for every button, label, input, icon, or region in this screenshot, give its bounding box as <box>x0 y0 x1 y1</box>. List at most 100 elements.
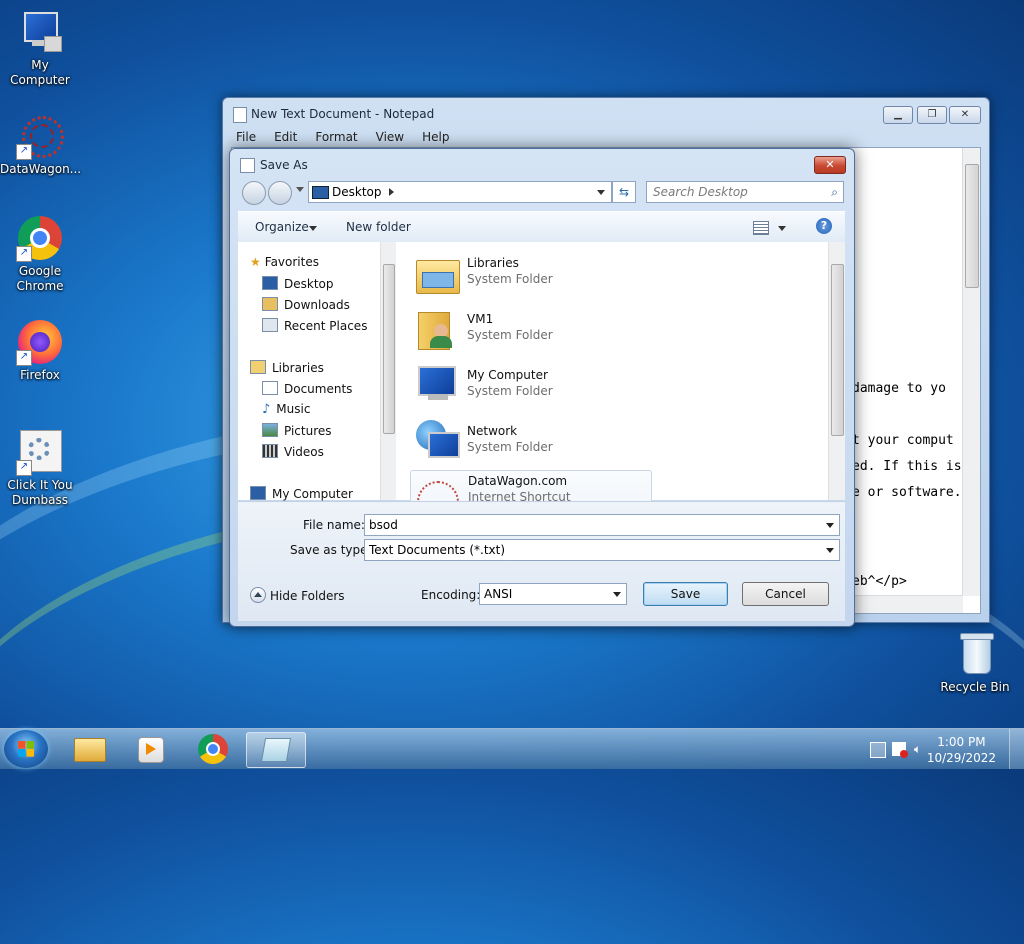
star-icon: ★ <box>250 255 261 269</box>
scroll-thumb[interactable] <box>965 164 979 288</box>
shortcut-arrow-icon: ↗ <box>16 350 32 366</box>
recycle-bin-icon <box>951 630 999 678</box>
list-item-my-computer[interactable]: My Computer System Folder <box>410 358 650 410</box>
folder-icon <box>74 738 106 762</box>
address-bar[interactable]: Desktop <box>308 181 612 203</box>
nav-item-recent-places[interactable]: Recent Places <box>262 318 367 333</box>
search-icon: ⌕ <box>831 185 838 199</box>
notepad-vertical-scrollbar[interactable] <box>962 148 980 596</box>
nav-pane-scrollbar[interactable] <box>380 242 396 500</box>
save-options-panel: File name: bsod Save as type: Text Docum… <box>238 501 845 621</box>
hide-folders-button[interactable]: Hide Folders <box>250 587 345 603</box>
action-center-flag-icon[interactable] <box>892 742 908 758</box>
desktop-icon-chrome[interactable]: ↗ Google Chrome <box>0 214 80 294</box>
taskbar: 🔈︎ 1:00 PM 10/29/2022 <box>0 728 1024 769</box>
chevron-right-icon[interactable] <box>389 188 394 196</box>
documents-icon <box>262 381 278 395</box>
new-folder-button[interactable]: New folder <box>346 220 411 234</box>
desktop-icon-datawagon[interactable]: ↗ DataWagon... <box>0 112 81 177</box>
nav-favorites[interactable]: ★ Favorites <box>250 255 319 269</box>
menu-view[interactable]: View <box>367 128 413 146</box>
address-crumb[interactable]: Desktop <box>332 185 382 199</box>
nav-item-downloads[interactable]: Downloads <box>262 297 350 312</box>
music-note-icon: ♪ <box>262 402 271 417</box>
system-clock[interactable]: 1:00 PM 10/29/2022 <box>927 734 996 766</box>
text-line: damage to yo <box>852 381 946 396</box>
notepad-menubar: File Edit Format View Help <box>227 128 458 146</box>
desktop-icon <box>262 276 278 290</box>
organize-button[interactable]: Organize <box>255 220 309 234</box>
help-icon[interactable]: ? <box>816 218 832 234</box>
minimize-button[interactable]: ▁ <box>883 106 913 124</box>
menu-file[interactable]: File <box>227 128 265 146</box>
notepad-icon <box>233 107 247 123</box>
chevron-down-icon[interactable] <box>597 190 605 195</box>
search-input[interactable]: Search Desktop ⌕ <box>646 181 844 203</box>
encoding-label: Encoding: <box>421 588 481 602</box>
show-desktop-button[interactable] <box>1009 729 1024 769</box>
close-button[interactable]: ✕ <box>949 106 981 124</box>
back-button[interactable] <box>242 181 266 205</box>
menu-edit[interactable]: Edit <box>265 128 306 146</box>
network-icon[interactable] <box>870 742 886 758</box>
taskbar-explorer-button[interactable] <box>60 732 118 766</box>
encoding-select[interactable]: ANSI <box>479 583 627 605</box>
taskbar-media-player-button[interactable] <box>122 732 180 766</box>
chevron-down-icon[interactable] <box>826 523 834 528</box>
computer-icon <box>414 362 458 406</box>
desktop-icon-my-computer[interactable]: My Computer <box>0 8 80 88</box>
text-line: t your comput <box>852 433 954 448</box>
file-name-label: File name: <box>303 518 365 532</box>
recent-locations-dropdown[interactable] <box>296 187 304 192</box>
menu-format[interactable]: Format <box>306 128 366 146</box>
desktop-icon-firefox[interactable]: ↗ Firefox <box>0 318 80 383</box>
save-as-dialog[interactable]: Save As ✕ Desktop ⇆ Search Desktop ⌕ Org… <box>229 148 855 627</box>
desktop-icon-recycle-bin[interactable]: Recycle Bin <box>935 630 1015 695</box>
nav-libraries[interactable]: Libraries <box>250 360 324 375</box>
save-button[interactable]: Save <box>643 582 728 606</box>
list-item-network[interactable]: Network System Folder <box>410 414 650 466</box>
datawagon-icon: ↗ <box>16 112 64 160</box>
downloads-folder-icon <box>262 297 278 311</box>
scroll-thumb[interactable] <box>831 264 844 436</box>
desktop-icon-label: My Computer <box>10 58 70 87</box>
save-type-select[interactable]: Text Documents (*.txt) <box>364 539 840 561</box>
file-list-scrollbar[interactable] <box>828 242 845 500</box>
taskbar-notepad-button[interactable] <box>246 732 306 768</box>
nav-item-desktop[interactable]: Desktop <box>262 276 334 291</box>
shortcut-arrow-icon: ↗ <box>16 144 32 160</box>
list-item-vm1[interactable]: VM1 System Folder <box>410 302 650 354</box>
settings-gear-icon: ↗ <box>16 428 64 476</box>
nav-item-videos[interactable]: Videos <box>262 444 324 459</box>
refresh-button[interactable]: ⇆ <box>612 181 636 203</box>
file-list: Libraries System Folder VM1 System Folde… <box>396 242 845 524</box>
list-item-libraries[interactable]: Libraries System Folder <box>410 246 650 298</box>
desktop-icon-click-it[interactable]: ↗ Click It You Dumbass <box>0 428 80 508</box>
chevron-down-icon[interactable] <box>613 592 621 597</box>
file-name-input[interactable]: bsod <box>364 514 840 536</box>
scroll-thumb[interactable] <box>383 264 395 434</box>
chevron-down-icon[interactable] <box>826 548 834 553</box>
nav-my-computer[interactable]: My Computer <box>250 486 353 501</box>
search-placeholder: Search Desktop <box>653 185 748 199</box>
cancel-button[interactable]: Cancel <box>742 582 829 606</box>
chevron-up-icon <box>250 587 266 603</box>
user-folder-icon <box>414 306 458 350</box>
nav-item-documents[interactable]: Documents <box>262 381 352 396</box>
forward-button[interactable] <box>268 181 292 205</box>
menu-help[interactable]: Help <box>413 128 458 146</box>
desktop-icon <box>312 186 329 199</box>
firefox-icon: ↗ <box>16 318 64 366</box>
shortcut-arrow-icon: ↗ <box>16 246 32 262</box>
taskbar-chrome-button[interactable] <box>184 732 242 766</box>
close-button[interactable]: ✕ <box>814 156 846 174</box>
desktop-icon-label: Recycle Bin <box>940 680 1010 694</box>
chevron-down-icon[interactable] <box>778 226 786 231</box>
alert-badge <box>900 750 908 758</box>
view-options-icon[interactable] <box>753 221 769 235</box>
desktop-icon-label: Click It You Dumbass <box>7 478 73 507</box>
nav-item-pictures[interactable]: Pictures <box>262 423 332 438</box>
start-button[interactable] <box>4 730 48 768</box>
maximize-button[interactable]: ❐ <box>917 106 947 124</box>
nav-item-music[interactable]: ♪ Music <box>262 402 310 417</box>
